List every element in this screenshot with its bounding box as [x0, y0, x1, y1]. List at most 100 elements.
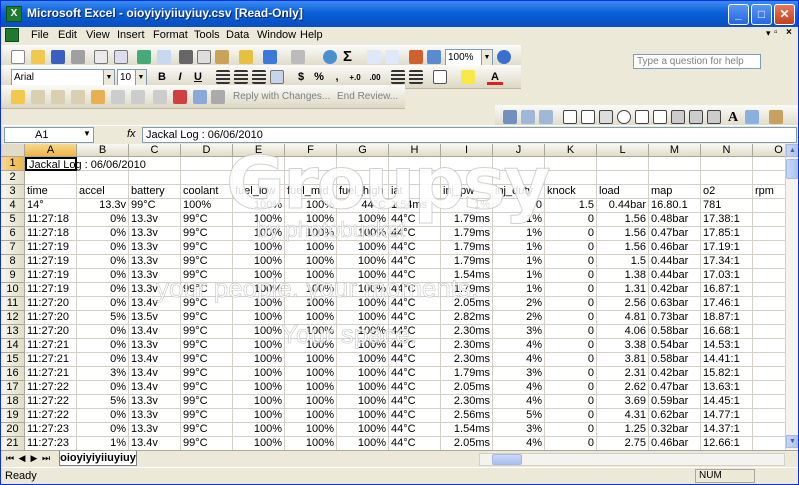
cell[interactable]: 44°C — [389, 241, 441, 255]
hscroll-thumb[interactable] — [492, 454, 522, 465]
cell[interactable]: 2.30ms — [441, 353, 493, 367]
column-header[interactable]: A — [25, 144, 77, 157]
cell[interactable]: 100% — [337, 297, 389, 311]
cell[interactable]: 13.5v — [129, 311, 181, 325]
next-comment-icon[interactable] — [131, 90, 145, 104]
menu-file[interactable]: File — [31, 29, 49, 41]
cell[interactable]: 0.44bar — [597, 199, 649, 213]
cell[interactable]: 8 — [753, 241, 785, 255]
cell[interactable]: 99°C — [181, 213, 233, 227]
cell[interactable]: 100% — [337, 311, 389, 325]
undo-icon[interactable] — [263, 50, 277, 64]
sort-descending-icon[interactable] — [385, 50, 399, 64]
paste-icon[interactable] — [215, 50, 229, 64]
cell[interactable] — [649, 171, 701, 185]
cell[interactable] — [493, 171, 545, 185]
cell[interactable]: 15° — [753, 199, 785, 213]
cell[interactable]: 16.80.1 — [649, 199, 701, 213]
decrease-indent-icon[interactable] — [391, 70, 405, 84]
cell[interactable]: 100% — [285, 199, 337, 213]
column-header[interactable]: C — [129, 144, 181, 157]
row-header[interactable]: 11 — [1, 297, 25, 311]
cell[interactable]: 13.3v — [129, 255, 181, 269]
cell[interactable]: 0 — [545, 227, 597, 241]
cell[interactable]: 100% — [337, 227, 389, 241]
cell[interactable]: 99°C — [181, 311, 233, 325]
row-header[interactable]: 1 — [1, 157, 25, 171]
cell[interactable]: 0% — [77, 409, 129, 423]
cell[interactable]: 17.46:1 — [701, 297, 753, 311]
chevron-down-icon[interactable]: ▼ — [481, 50, 492, 65]
cell[interactable]: 15.82:1 — [701, 367, 753, 381]
cell[interactable]: 0 — [545, 241, 597, 255]
cell[interactable]: 100% — [337, 269, 389, 283]
row-header[interactable]: 3 — [1, 185, 25, 199]
menu-insert[interactable]: Insert — [117, 29, 145, 41]
cell[interactable]: 1.54ms — [441, 269, 493, 283]
cell[interactable]: 44°C — [389, 423, 441, 437]
cell[interactable]: 11:27:23 — [25, 423, 77, 437]
cell[interactable]: 0 — [545, 339, 597, 353]
view-code-icon[interactable] — [539, 110, 553, 124]
row-header[interactable]: 18 — [1, 395, 25, 409]
cell[interactable]: 100% — [181, 199, 233, 213]
cell[interactable]: 100% — [337, 367, 389, 381]
cell[interactable]: 100% — [337, 395, 389, 409]
cell[interactable]: 1.56 — [597, 241, 649, 255]
cell[interactable]: 99°C — [181, 297, 233, 311]
prev-sheet-icon[interactable]: ◀ — [17, 453, 27, 464]
cell[interactable]: 100% — [233, 353, 285, 367]
cell[interactable]: 1.56 — [597, 227, 649, 241]
cell[interactable]: 0 — [545, 395, 597, 409]
cell[interactable]: 11:27:21 — [25, 339, 77, 353]
menu-tools[interactable]: Tools — [194, 29, 220, 41]
cell[interactable] — [701, 171, 753, 185]
drawing-icon[interactable] — [427, 50, 441, 64]
cell[interactable] — [545, 157, 597, 171]
cell[interactable]: 100% — [285, 381, 337, 395]
cell[interactable]: 781 — [701, 199, 753, 213]
column-header[interactable]: F — [285, 144, 337, 157]
image-icon[interactable] — [745, 110, 759, 124]
cut-icon[interactable] — [179, 50, 193, 64]
cell[interactable]: 14.37:1 — [701, 423, 753, 437]
sort-ascending-icon[interactable] — [367, 50, 381, 64]
scrollbar-icon[interactable] — [707, 110, 721, 124]
cell[interactable]: 17.03:1 — [701, 269, 753, 283]
cell[interactable]: 13.4v — [129, 437, 181, 450]
cell[interactable]: 0% — [77, 339, 129, 353]
help-icon[interactable] — [497, 50, 511, 64]
cell[interactable]: 3.69 — [597, 395, 649, 409]
cell[interactable]: 13.4v — [129, 367, 181, 381]
cell[interactable] — [285, 171, 337, 185]
properties-icon[interactable] — [521, 110, 535, 124]
cell[interactable]: 4% — [493, 339, 545, 353]
cell[interactable]: 18.87:1 — [701, 311, 753, 325]
cell[interactable]: 0 — [545, 423, 597, 437]
cell[interactable]: 17.19:1 — [701, 241, 753, 255]
cell[interactable]: 99°C — [181, 339, 233, 353]
first-sheet-icon[interactable]: ⏮ — [5, 453, 15, 464]
cell[interactable]: 2.05ms — [441, 437, 493, 450]
cell[interactable]: 100% — [285, 367, 337, 381]
menu-edit[interactable]: Edit — [58, 29, 77, 41]
row-header[interactable]: 9 — [1, 269, 25, 283]
cell[interactable]: 100% — [285, 353, 337, 367]
cell[interactable]: 44°C — [389, 227, 441, 241]
cell[interactable]: 0.44bar — [649, 269, 701, 283]
new-icon[interactable] — [11, 50, 25, 64]
cell[interactable]: o2 — [701, 185, 753, 199]
cell[interactable]: 0 — [545, 353, 597, 367]
horizontal-scrollbar[interactable] — [479, 453, 785, 466]
cell[interactable]: 5% — [493, 409, 545, 423]
cell[interactable]: 44°C — [389, 367, 441, 381]
select-all-corner[interactable] — [1, 144, 25, 157]
cell[interactable]: 99°C — [181, 255, 233, 269]
align-left-icon[interactable] — [216, 70, 230, 84]
option-button-icon[interactable] — [617, 110, 631, 124]
cell[interactable]: 100% — [285, 423, 337, 437]
cell[interactable]: 100% — [233, 311, 285, 325]
cell[interactable] — [753, 157, 785, 171]
cell[interactable]: 44°C — [389, 409, 441, 423]
cell[interactable]: 17.34:1 — [701, 255, 753, 269]
